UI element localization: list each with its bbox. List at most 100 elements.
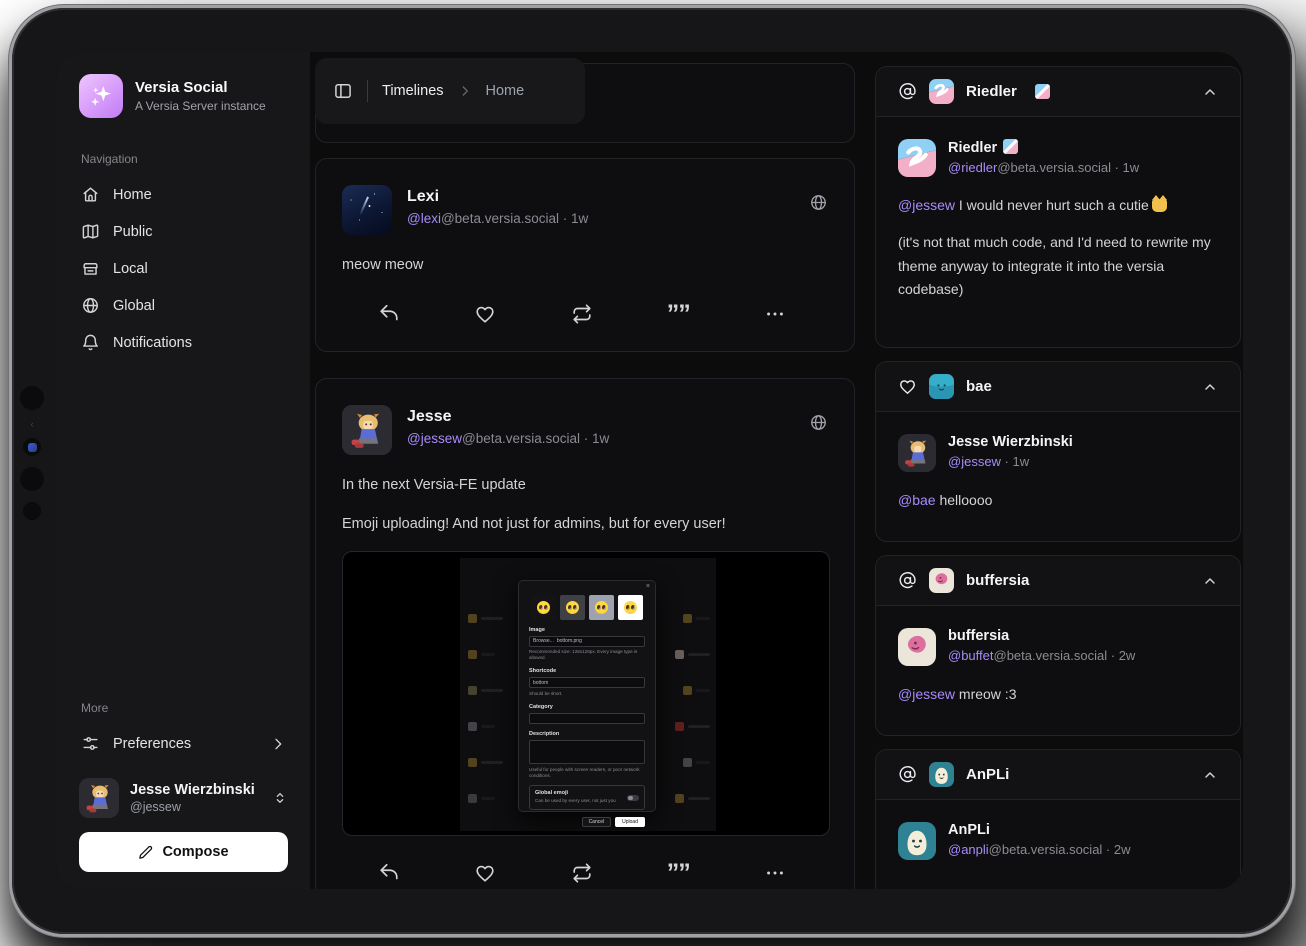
- post-avatar[interactable]: [342, 185, 392, 235]
- quote-button[interactable]: ””: [667, 862, 690, 884]
- blahaj-cube-emoji: [1035, 84, 1050, 99]
- notification-text: @jessew mreow :3: [898, 683, 1218, 707]
- chevrons-up-down-icon: [272, 790, 288, 806]
- avatar: [929, 762, 954, 787]
- avatar[interactable]: [898, 139, 936, 177]
- collapse-chevron-icon[interactable]: [1202, 379, 1218, 395]
- notification-header[interactable]: Riedler: [876, 67, 1240, 117]
- account-switcher[interactable]: Jesse Wierzbinski @jessew: [79, 778, 288, 818]
- notification-author[interactable]: Jesse Wierzbinski: [948, 434, 1073, 450]
- app-screen: Versia Social A Versia Server instance N…: [57, 52, 1243, 889]
- sidebar-item-public[interactable]: Public: [79, 213, 288, 250]
- dock-dot: [23, 502, 41, 520]
- notification-header[interactable]: buffersia: [876, 556, 1240, 606]
- timeline-column: Timelines Home Lexi @lexi@beta.versia.so…: [315, 52, 855, 889]
- preferences-label: Preferences: [113, 736, 191, 752]
- sidebar-item-label: Home: [113, 187, 152, 203]
- sidebar-item-label: Public: [113, 224, 153, 240]
- sidebar-item-global[interactable]: Global: [79, 287, 288, 324]
- reply-button[interactable]: [378, 303, 400, 325]
- image-hint: Recommended size: 128x128px. Every image…: [529, 649, 645, 661]
- notification-text: @bae helloooo: [898, 489, 1218, 513]
- versia-logo-icon: [79, 74, 123, 118]
- notification-title: buffersia: [966, 572, 1029, 589]
- nav-section-label: Navigation: [81, 152, 286, 166]
- notification-header[interactable]: AnPLi: [876, 750, 1240, 800]
- cancel-button: Cancel: [582, 817, 612, 827]
- sidebar-item-local[interactable]: Local: [79, 250, 288, 287]
- notification-author[interactable]: buffersia: [948, 628, 1135, 644]
- image-field-label: Image: [529, 627, 645, 633]
- visibility-globe-icon: [809, 413, 828, 432]
- app-tagline: A Versia Server instance: [135, 99, 266, 113]
- mention-at-icon: [898, 765, 917, 784]
- like-button[interactable]: [474, 862, 496, 884]
- post-attachment-image[interactable]: × Image Browse...bottom.png Recommended …: [342, 551, 830, 836]
- post-author-name[interactable]: Lexi: [407, 188, 588, 206]
- shortcode-field-label: Shortcode: [529, 668, 645, 674]
- bezel-dock: ‹: [18, 386, 46, 520]
- sidebar-item-label: Notifications: [113, 335, 192, 351]
- avatar[interactable]: [898, 434, 936, 472]
- map-icon: [81, 222, 100, 241]
- upload-button: Upload: [615, 817, 645, 827]
- reply-button[interactable]: [378, 862, 400, 884]
- boost-button[interactable]: [571, 303, 593, 325]
- notification-title: AnPLi: [966, 766, 1009, 783]
- post-author-name[interactable]: Jesse: [407, 408, 609, 426]
- user-avatar: [79, 778, 119, 818]
- notification-card-buffersia: buffersia buffersia @buffet@beta.versia.…: [875, 555, 1241, 736]
- post-author-domain: @beta.versia.social: [441, 211, 559, 226]
- post-author-handle[interactable]: @lexi: [407, 211, 441, 226]
- notification-author[interactable]: AnPLi: [948, 822, 1130, 838]
- post-actions: ””: [342, 862, 828, 884]
- notification-text: @jessew I would never hurt such a cutie: [898, 194, 1218, 218]
- avatar[interactable]: [898, 822, 936, 860]
- notification-handle[interactable]: @jessew: [948, 454, 1001, 469]
- notification-handle[interactable]: @buffet: [948, 648, 994, 663]
- compose-button[interactable]: Compose: [79, 832, 288, 872]
- sidebar: Versia Social A Versia Server instance N…: [57, 52, 310, 889]
- like-button[interactable]: [474, 303, 496, 325]
- post-actions: ””: [342, 303, 828, 325]
- post-author-domain: @beta.versia.social: [462, 431, 580, 446]
- more-options-button[interactable]: [764, 303, 786, 325]
- visibility-globe-icon: [809, 193, 828, 212]
- quote-button[interactable]: ””: [667, 303, 690, 325]
- pleading-emoji: [624, 601, 637, 614]
- description-hint: Useful for people with screen readers, o…: [529, 767, 645, 779]
- shortcode-input: bottom: [529, 677, 645, 688]
- sidebar-item-notifications[interactable]: Notifications: [79, 324, 288, 361]
- post-text: Emoji uploading! And not just for admins…: [342, 514, 828, 536]
- sidebar-toggle-icon[interactable]: [333, 81, 353, 101]
- breadcrumb-timelines[interactable]: Timelines: [382, 83, 444, 99]
- more-options-button[interactable]: [764, 862, 786, 884]
- boost-button[interactable]: [571, 862, 593, 884]
- collapse-chevron-icon[interactable]: [1202, 573, 1218, 589]
- post-text: In the next Versia-FE update: [342, 475, 828, 497]
- dock-dot: [20, 467, 44, 491]
- description-textarea: [529, 740, 645, 764]
- collapse-chevron-icon[interactable]: [1202, 767, 1218, 783]
- user-name: Jesse Wierzbinski: [130, 782, 255, 798]
- sidebar-item-preferences[interactable]: Preferences: [79, 725, 288, 762]
- pleading-emoji: [595, 601, 608, 614]
- global-emoji-box: Global emoji Can be used by every user, …: [529, 785, 645, 810]
- description-field-label: Description: [529, 731, 645, 737]
- post-avatar[interactable]: [342, 405, 392, 455]
- notification-handle[interactable]: @anpli: [948, 842, 989, 857]
- breadcrumb-home[interactable]: Home: [486, 83, 525, 99]
- post-card-jesse: Jesse @jessew@beta.versia.social · 1w In…: [315, 378, 855, 889]
- dock-dot: [20, 386, 44, 410]
- sidebar-item-home[interactable]: Home: [79, 176, 288, 213]
- notification-handle[interactable]: @riedler: [948, 160, 997, 175]
- avatar: [929, 568, 954, 593]
- avatar: [929, 79, 954, 104]
- notification-header[interactable]: bae: [876, 362, 1240, 412]
- more-section-label: More: [81, 701, 286, 715]
- avatar[interactable]: [898, 628, 936, 666]
- notification-title: Riedler: [966, 83, 1017, 100]
- collapse-chevron-icon[interactable]: [1202, 84, 1218, 100]
- inbox-icon: [81, 259, 100, 278]
- post-author-handle[interactable]: @jessew: [407, 431, 462, 446]
